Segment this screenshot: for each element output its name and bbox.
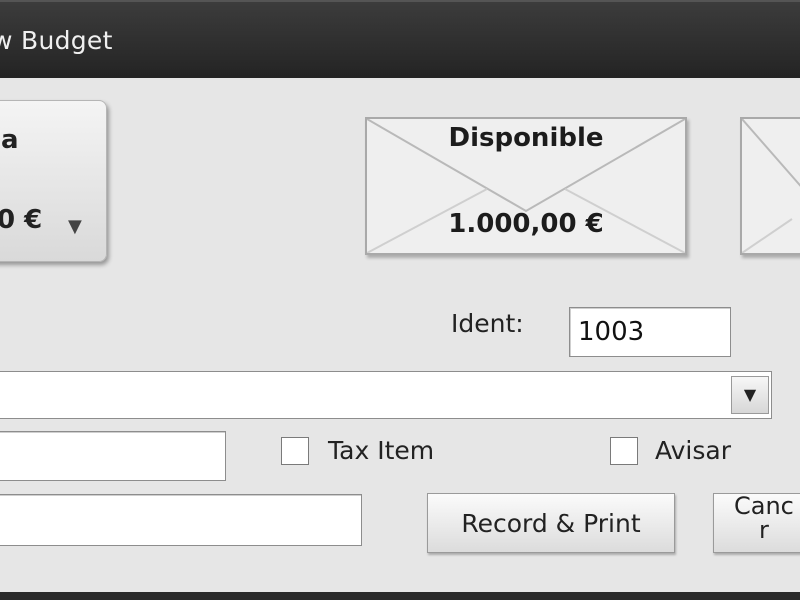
ident-label: Ident:: [451, 309, 524, 338]
envelope-disponible[interactable]: Disponible 1.000,00 €: [365, 117, 687, 255]
amount-input[interactable]: [0, 431, 226, 481]
envelope-secondary[interactable]: [740, 117, 800, 255]
avisar-checkbox[interactable]: [610, 437, 638, 465]
tax-item-label: Tax Item: [328, 436, 435, 465]
tax-item-checkbox[interactable]: [281, 437, 309, 465]
avisar-label: Avisar: [655, 436, 732, 465]
envelope-icon: [742, 119, 800, 253]
description-input[interactable]: [0, 494, 362, 546]
window-title: w Budget: [0, 26, 113, 55]
cancel-button-label: Canc r: [734, 493, 794, 544]
category-combobox[interactable]: ▼: [0, 371, 772, 419]
record-print-button[interactable]: Record & Print: [427, 493, 675, 553]
ident-input[interactable]: [569, 307, 731, 357]
cancel-button[interactable]: Canc r: [713, 493, 800, 553]
account-amount: 0 €: [0, 205, 43, 235]
envelope-title: Disponible: [448, 123, 604, 153]
account-label: a: [1, 125, 19, 155]
title-bar[interactable]: w Budget: [0, 0, 800, 80]
window-bottom-border: [0, 592, 800, 600]
envelope-amount: 1.000,00 €: [448, 209, 604, 239]
chevron-down-icon[interactable]: ▼: [731, 376, 769, 414]
chevron-down-icon[interactable]: ▼: [68, 216, 82, 237]
account-selector-panel[interactable]: a 0 € ▼: [0, 100, 107, 262]
